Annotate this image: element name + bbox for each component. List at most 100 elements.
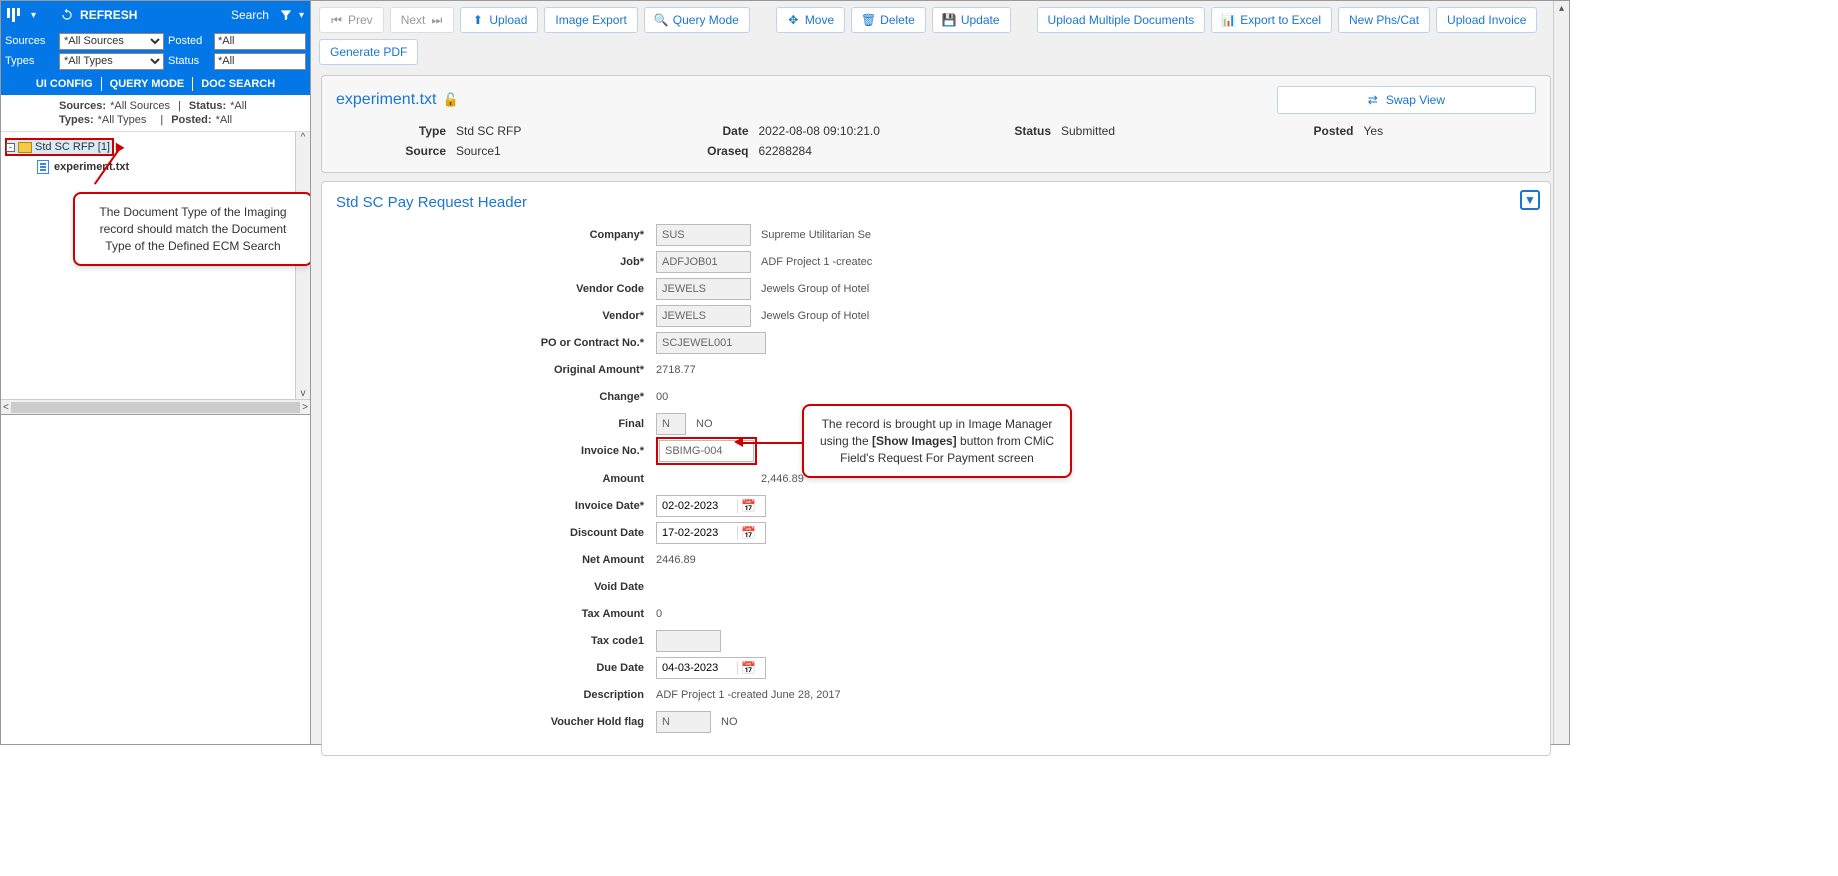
change-value: 00 — [656, 391, 668, 403]
document-title: experiment.txt 🔓 — [336, 91, 459, 109]
tree-file-experiment[interactable]: experiment.txt — [37, 160, 306, 174]
final-label: Final — [336, 418, 646, 430]
oraseq-value: 62288284 — [759, 144, 932, 158]
company-desc: Supreme Utilitarian Se — [761, 229, 871, 241]
job-desc: ADF Project 1 -createc — [761, 256, 872, 268]
swap-view-button[interactable]: ⇄ Swap View — [1277, 86, 1536, 114]
prev-button[interactable]: ⏮Prev — [319, 7, 384, 33]
bars-dropdown-icon[interactable]: ▾ — [31, 10, 36, 21]
amount-value: 2,446.89 — [761, 473, 804, 485]
refresh-button[interactable]: REFRESH — [60, 8, 137, 22]
form-collapse-toggle[interactable]: ▼ — [1520, 190, 1540, 210]
search-label[interactable]: Search — [231, 8, 269, 22]
posted-value: Yes — [1364, 124, 1537, 138]
discount-date-label: Discount Date — [336, 527, 646, 539]
pay-request-form: Std SC Pay Request Header ▼ Company*Supr… — [321, 181, 1551, 756]
voucher-desc: NO — [721, 716, 738, 728]
tab-ui-config[interactable]: UI CONFIG — [28, 78, 101, 90]
upload-invoice-button[interactable]: Upload Invoice — [1436, 7, 1537, 33]
source-value: Source1 — [456, 144, 629, 158]
job-input[interactable] — [656, 251, 751, 273]
job-label: Job* — [336, 256, 646, 268]
vendor-code-label: Vendor Code — [336, 283, 646, 295]
status-label: Status — [941, 124, 1051, 138]
collapse-icon[interactable]: - — [6, 143, 15, 152]
export-excel-button[interactable]: 📊Export to Excel — [1211, 7, 1332, 33]
types-select[interactable]: *All Types — [59, 53, 164, 70]
delete-button[interactable]: 🗑Delete — [851, 7, 926, 33]
upload-icon: ⬆ — [471, 14, 484, 27]
bars-icon[interactable] — [7, 8, 25, 22]
orig-amount-value: 2718.77 — [656, 364, 696, 376]
document-tree: - Std SC RFP [1] experiment.txt ^ v The … — [1, 131, 310, 399]
company-label: Company* — [336, 229, 646, 241]
calendar-icon[interactable]: 📅 — [737, 499, 759, 513]
company-input[interactable] — [656, 224, 751, 246]
due-date-input[interactable]: 📅 — [656, 657, 766, 679]
main-vertical-scrollbar[interactable]: ▴ — [1553, 1, 1569, 744]
vendor-input[interactable] — [656, 305, 751, 327]
net-amount-value: 2446.89 — [656, 554, 696, 566]
unlock-icon: 🔓 — [442, 92, 458, 108]
date-label: Date — [639, 124, 749, 138]
refresh-icon — [60, 8, 74, 22]
tab-query-mode[interactable]: QUERY MODE — [102, 78, 193, 90]
scroll-right-icon[interactable]: > — [302, 402, 308, 413]
sources-select[interactable]: *All Sources — [59, 33, 164, 50]
calendar-icon[interactable]: 📅 — [737, 526, 759, 540]
invoice-date-label: Invoice Date* — [336, 500, 646, 512]
search-dropdown-icon[interactable]: ▾ — [299, 10, 304, 21]
void-date-label: Void Date — [336, 581, 646, 593]
move-button[interactable]: ✥Move — [776, 7, 845, 33]
query-mode-button[interactable]: 🔍Query Mode — [644, 7, 750, 33]
generate-pdf-button[interactable]: Generate PDF — [319, 39, 418, 65]
scroll-down-icon[interactable]: v — [301, 388, 306, 399]
status-input[interactable] — [214, 53, 306, 70]
calendar-icon[interactable]: 📅 — [737, 661, 759, 675]
posted-input[interactable] — [214, 33, 306, 50]
due-date-label: Due Date — [336, 662, 646, 674]
final-desc: NO — [696, 418, 713, 430]
posted-label: Posted — [168, 35, 210, 47]
posted-label: Posted — [1244, 124, 1354, 138]
tab-doc-search[interactable]: DOC SEARCH — [193, 78, 283, 90]
upload-button[interactable]: ⬆Upload — [460, 7, 538, 33]
tree-horizontal-scrollbar[interactable]: < > — [1, 399, 310, 414]
vendor-code-desc: Jewels Group of Hotel — [761, 283, 869, 295]
tree-file-label: experiment.txt — [54, 161, 129, 173]
search-icon: 🔍 — [655, 14, 668, 27]
voucher-label: Voucher Hold flag — [336, 716, 646, 728]
tax-code-input[interactable] — [656, 630, 721, 652]
scroll-up-icon[interactable]: ^ — [301, 132, 306, 143]
file-icon — [37, 160, 49, 174]
excel-icon: 📊 — [1222, 14, 1235, 27]
net-amount-label: Net Amount — [336, 554, 646, 566]
type-value: Std SC RFP — [456, 124, 629, 138]
vendor-code-input[interactable] — [656, 278, 751, 300]
main-panel: ⏮Prev Next⏭ ⬆Upload Image Export 🔍Query … — [311, 1, 1569, 744]
upload-multiple-button[interactable]: Upload Multiple Documents — [1037, 7, 1206, 33]
sources-label: Sources — [5, 35, 55, 47]
sidebar: ▾ REFRESH Search ▾ Sources *All Sources … — [1, 1, 311, 744]
tax-code-label: Tax code1 — [336, 635, 646, 647]
new-phs-cat-button[interactable]: New Phs/Cat — [1338, 7, 1430, 33]
voucher-input[interactable] — [656, 711, 711, 733]
final-input[interactable] — [656, 413, 686, 435]
toolbar: ⏮Prev Next⏭ ⬆Upload Image Export 🔍Query … — [311, 1, 1569, 71]
invoice-date-input[interactable]: 📅 — [656, 495, 766, 517]
discount-date-input[interactable]: 📅 — [656, 522, 766, 544]
scroll-left-icon[interactable]: < — [3, 402, 9, 413]
tree-folder-std-sc-rfp[interactable]: - Std SC RFP [1] — [5, 138, 114, 156]
date-value: 2022-08-08 09:10:21.0 — [759, 124, 932, 138]
update-button[interactable]: 💾Update — [932, 7, 1011, 33]
sidebar-bottom-panel — [1, 414, 310, 744]
po-input[interactable] — [656, 332, 766, 354]
next-button[interactable]: Next⏭ — [390, 7, 455, 33]
filter-summary: Sources: *All Sources | Status: *All Typ… — [1, 95, 310, 131]
vendor-desc: Jewels Group of Hotel — [761, 310, 869, 322]
image-export-button[interactable]: Image Export — [544, 7, 637, 33]
filter-icon[interactable] — [279, 8, 293, 22]
scroll-thumb[interactable] — [11, 402, 300, 413]
source-label: Source — [336, 144, 446, 158]
scroll-up-icon[interactable]: ▴ — [1559, 1, 1564, 16]
